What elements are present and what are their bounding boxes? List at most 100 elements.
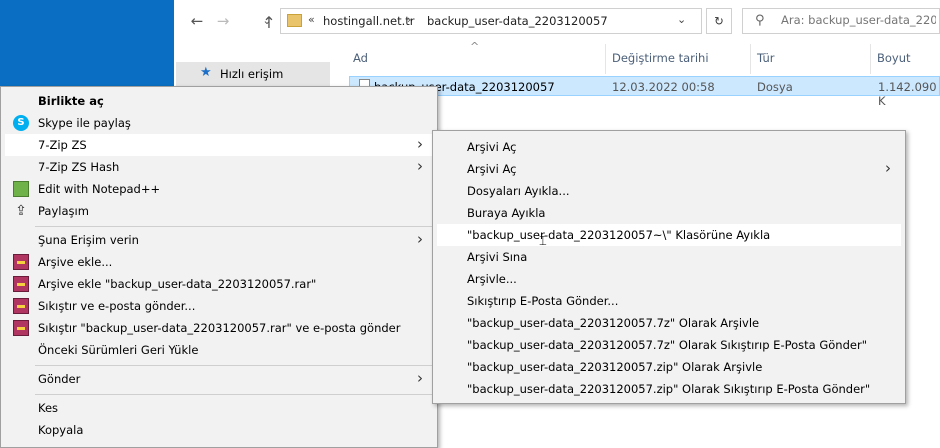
path-overflow-icon[interactable]: « xyxy=(308,13,315,26)
submenu-arrow-icon: › xyxy=(417,157,423,175)
submenu-item-label: "backup_user-data_2203120057.zip" Olarak… xyxy=(467,360,763,374)
menu-item-copy[interactable]: Kopyala xyxy=(5,419,433,441)
menu-item-label: Birlikte aç xyxy=(38,94,104,108)
submenu-item-extract-here[interactable]: Buraya Ayıkla xyxy=(437,202,901,224)
star-icon: ★ xyxy=(200,65,212,80)
menu-separator xyxy=(35,365,433,366)
submenu-item-label: Dosyaları Ayıkla... xyxy=(467,184,570,198)
search-box[interactable]: ⚲ xyxy=(742,8,940,34)
sidebar-item-label: Hızlı erişim xyxy=(220,67,284,81)
menu-item-give-access[interactable]: Şuna Erişim verin › xyxy=(5,229,433,251)
submenu-arrow-icon: › xyxy=(417,135,423,153)
submenu-item-open-archive-as[interactable]: Arşivi Aç › xyxy=(437,158,901,180)
menu-item-label: Sıkıştır "backup_user-data_2203120057.ra… xyxy=(38,321,401,335)
submenu-item-label: "backup_user-data_2203120057.7z" Olarak … xyxy=(467,316,760,330)
column-divider[interactable] xyxy=(605,44,606,74)
submenu-item-add-to-archive[interactable]: Arşivle... xyxy=(437,268,901,290)
menu-item-send-to[interactable]: Gönder › xyxy=(5,368,433,390)
submenu-item-compress-zip-email[interactable]: "backup_user-data_2203120057.zip" Olarak… xyxy=(437,378,901,400)
submenu-arrow-icon: › xyxy=(885,159,891,177)
menu-item-label: Önceki Sürümleri Geri Yükle xyxy=(38,343,199,357)
address-bar[interactable]: « hostingall.net.tr › backup_user-data_2… xyxy=(280,8,702,34)
forward-button[interactable]: → xyxy=(212,10,234,32)
menu-item-skype-share[interactable]: S Skype ile paylaş xyxy=(5,112,433,134)
submenu-item-label: Arşivi Aç xyxy=(467,162,517,176)
refresh-button[interactable]: ↻ xyxy=(706,8,732,34)
blue-panel xyxy=(0,0,174,88)
menu-item-label: Gönder xyxy=(38,372,81,386)
submenu-item-compress-7z-email[interactable]: "backup_user-data_2203120057.7z" Olarak … xyxy=(437,334,901,356)
menu-item-add-to-archive[interactable]: Arşive ekle... xyxy=(5,251,433,273)
submenu-item-label: Arşivi Aç xyxy=(467,140,517,154)
submenu-item-open-archive[interactable]: Arşivi Aç xyxy=(437,136,901,158)
column-divider[interactable] xyxy=(870,44,871,74)
menu-item-label: Paylaşım xyxy=(38,204,89,218)
winrar-icon xyxy=(13,276,29,292)
winrar-icon xyxy=(13,298,29,314)
column-header-name[interactable]: Ad xyxy=(353,51,368,65)
submenu-item-label: Sıkıştırıp E-Posta Gönder... xyxy=(467,294,619,308)
submenu-item-extract-files[interactable]: Dosyaları Ayıkla... xyxy=(437,180,901,202)
submenu-item-compress-email[interactable]: Sıkıştırıp E-Posta Gönder... xyxy=(437,290,901,312)
share-icon: ⇪ xyxy=(15,203,27,219)
menu-item-label: Arşive ekle... xyxy=(38,255,113,269)
column-header-type[interactable]: Tür xyxy=(757,51,774,65)
submenu-item-label: Arşivi Sına xyxy=(467,250,528,264)
menu-item-label: Sıkıştır ve e-posta gönder... xyxy=(38,299,196,313)
context-menu: Birlikte aç S Skype ile paylaş 7-Zip ZS … xyxy=(0,86,438,448)
submenu-arrow-icon: › xyxy=(417,230,423,248)
menu-item-7zip-hash[interactable]: 7-Zip ZS Hash › xyxy=(5,156,433,178)
menu-item-restore-versions[interactable]: Önceki Sürümleri Geri Yükle xyxy=(5,339,433,361)
menu-item-notepadpp[interactable]: Edit with Notepad++ xyxy=(5,178,433,200)
column-divider[interactable] xyxy=(750,44,751,74)
address-dropdown-icon[interactable]: ⌄ xyxy=(677,13,686,26)
submenu-item-test-archive[interactable]: Arşivi Sına xyxy=(437,246,901,268)
menu-item-label: Arşive ekle "backup_user-data_2203120057… xyxy=(38,277,317,291)
menu-item-label: Şuna Erişim verin xyxy=(38,233,139,247)
file-size: 1.142.090 K xyxy=(878,80,937,108)
submenu-item-archive-zip[interactable]: "backup_user-data_2203120057.zip" Olarak… xyxy=(437,356,901,378)
submenu-7zip: Arşivi Aç Arşivi Aç › Dosyaları Ayıkla..… xyxy=(432,130,906,404)
submenu-item-label: "backup_user-data_2203120057~\" Klasörün… xyxy=(467,228,771,242)
menu-item-share[interactable]: ⇪ Paylaşım xyxy=(5,200,433,222)
file-type: Dosya xyxy=(757,80,793,94)
menu-item-label: Edit with Notepad++ xyxy=(38,182,161,196)
submenu-item-label: "backup_user-data_2203120057.7z" Olarak … xyxy=(467,338,867,352)
menu-item-add-to-rar[interactable]: Arşive ekle "backup_user-data_2203120057… xyxy=(5,273,433,295)
search-input[interactable] xyxy=(781,13,936,27)
refresh-icon: ↻ xyxy=(714,14,724,28)
menu-item-compress-email[interactable]: Sıkıştır ve e-posta gönder... xyxy=(5,295,433,317)
submenu-item-extract-to-folder[interactable]: "backup_user-data_2203120057~\" Klasörün… xyxy=(437,224,901,246)
forward-arrow-icon: → xyxy=(216,12,230,30)
search-icon: ⚲ xyxy=(755,13,765,28)
breadcrumb-hostingall[interactable]: hostingall.net.tr xyxy=(323,14,414,28)
breadcrumb-separator-icon[interactable]: › xyxy=(407,13,411,26)
submenu-item-archive-7z[interactable]: "backup_user-data_2203120057.7z" Olarak … xyxy=(437,312,901,334)
menu-item-7zip[interactable]: 7-Zip ZS › xyxy=(5,134,433,156)
column-header-size[interactable]: Boyut xyxy=(877,51,911,65)
menu-item-compress-rar-email[interactable]: Sıkıştır "backup_user-data_2203120057.ra… xyxy=(5,317,433,339)
up-arrow-icon: ↑ xyxy=(262,13,276,32)
sidebar-item-quick-access[interactable]: ★ Hızlı erişim xyxy=(176,62,330,86)
column-header-date[interactable]: Değiştirme tarihi xyxy=(612,51,709,65)
menu-item-label: Kes xyxy=(38,401,59,415)
submenu-item-label: Buraya Ayıkla xyxy=(467,206,546,220)
back-arrow-icon: ← xyxy=(190,12,204,30)
menu-item-label: 7-Zip ZS Hash xyxy=(38,160,120,174)
menu-separator xyxy=(35,226,433,227)
text-cursor-icon: ⌶ xyxy=(539,234,547,249)
up-button[interactable]: ↑ xyxy=(258,12,280,34)
menu-item-label: Kopyala xyxy=(38,423,84,437)
folder-icon xyxy=(287,14,302,27)
winrar-icon xyxy=(13,320,29,336)
menu-item-label: 7-Zip ZS xyxy=(38,138,87,152)
menu-item-open-with[interactable]: Birlikte aç xyxy=(5,90,433,112)
notepad-icon xyxy=(13,181,29,197)
submenu-arrow-icon: › xyxy=(417,369,423,387)
submenu-item-label: "backup_user-data_2203120057.zip" Olarak… xyxy=(467,382,871,396)
menu-item-cut[interactable]: Kes xyxy=(5,397,433,419)
breadcrumb-backup-folder[interactable]: backup_user-data_2203120057 xyxy=(427,14,608,28)
file-date: 12.03.2022 00:58 xyxy=(612,80,715,94)
back-button[interactable]: ← xyxy=(186,10,208,32)
sort-ascending-icon: ^ xyxy=(470,40,480,53)
